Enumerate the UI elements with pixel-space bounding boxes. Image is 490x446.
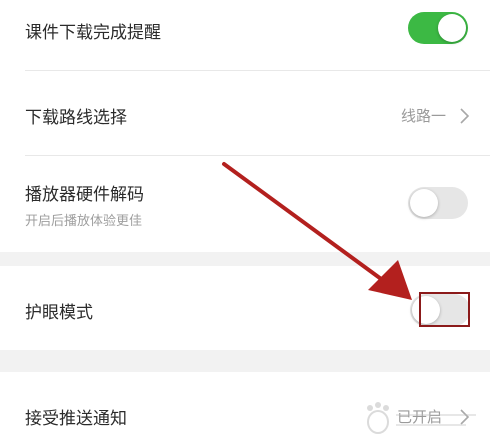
settings-screen: 课件下载完成提醒 下载路线选择 线路一 播放器硬件解码 开启后播放体验更佳 护眼… xyxy=(0,0,490,446)
arrow-annotation xyxy=(222,162,412,300)
highlight-box xyxy=(419,292,470,327)
baidu-paw-watermark xyxy=(367,402,476,434)
